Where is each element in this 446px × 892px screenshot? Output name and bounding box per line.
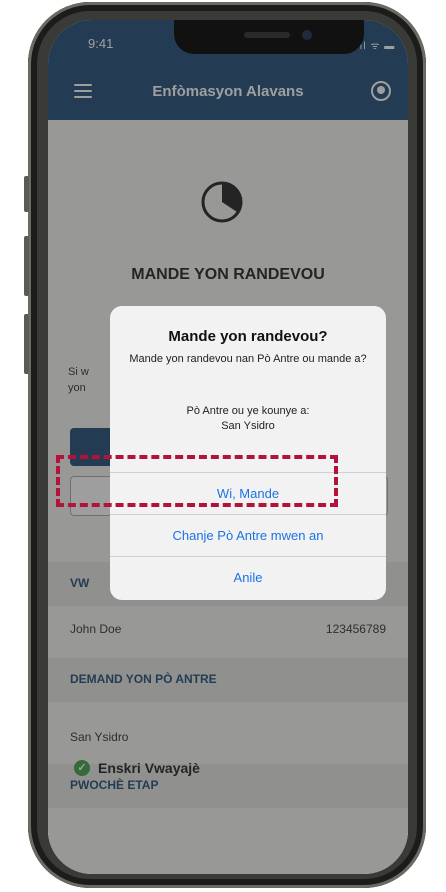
dialog-location: Pò Antre ou ye kounye a: San Ysidro [186,405,310,432]
volume-down-button [24,314,29,374]
highlight-frame [56,455,338,507]
dialog-message: Mande yon randevou nan Pò Antre ou mande… [129,353,367,365]
notch [174,20,364,54]
screen: 9:41 ..ıl ᯤ ▬ Enfòmasyon Alavans MANDE Y… [48,20,408,874]
dialog-title: Mande yon randevou? [168,328,328,345]
change-port-button[interactable]: Chanje Pò Antre mwen an [110,514,386,557]
volume-up-button [24,236,29,296]
request-dialog: Mande yon randevou? Mande yon randevou n… [110,306,386,600]
mute-switch [24,176,29,212]
cancel-button[interactable]: Anile [110,556,386,599]
